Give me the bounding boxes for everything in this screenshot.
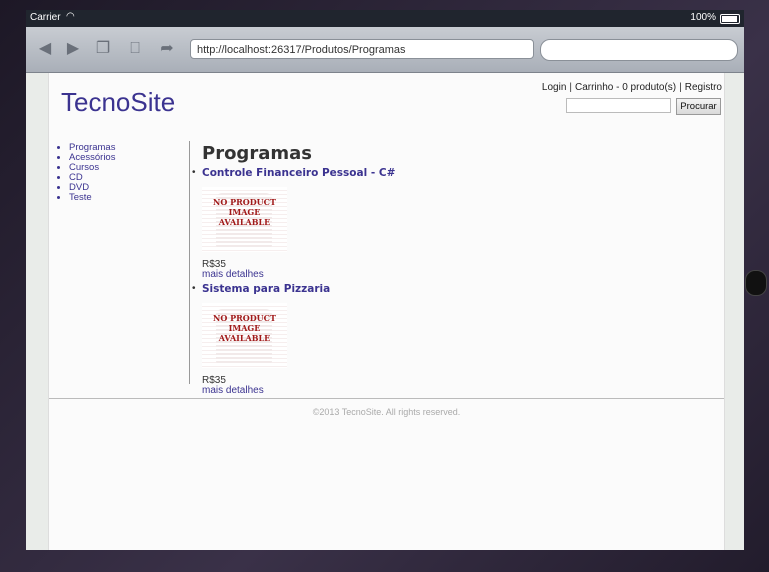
share-icon[interactable]: ➦: [156, 38, 178, 60]
carrier-label: Carrier: [30, 12, 61, 23]
address-bar[interactable]: http://localhost:26317/Produtos/Programa…: [190, 39, 534, 59]
screen: Carrier ◠ 100% ◀ ▶ ❐ ⎕ ➦ http://localhos…: [26, 10, 744, 550]
category-nav: Programas Acessórios Cursos CD DVD Teste: [59, 143, 115, 203]
main-content: Programas • Controle Financeiro Pessoal …: [192, 143, 712, 396]
cart-link[interactable]: Carrinho - 0 produto(s): [575, 82, 676, 93]
browser-search-field[interactable]: [540, 39, 738, 61]
no-image-text: NO PRODUCT IMAGE AVAILABLE: [213, 313, 276, 343]
footer-copyright: ©2013 TecnoSite. All rights reserved.: [312, 407, 461, 417]
product-title-link[interactable]: Controle Financeiro Pessoal - C#: [202, 167, 712, 179]
product-image-placeholder[interactable]: NO PRODUCT IMAGE AVAILABLE: [202, 303, 287, 368]
pages-icon[interactable]: ❐: [92, 38, 114, 60]
back-icon[interactable]: ◀: [34, 38, 56, 60]
nav-link[interactable]: Teste: [69, 192, 92, 203]
bookmarks-icon[interactable]: ⎕: [124, 38, 146, 60]
footer-divider: [49, 398, 724, 399]
no-image-text: NO PRODUCT IMAGE AVAILABLE: [213, 197, 276, 227]
site-search-input[interactable]: [566, 98, 671, 113]
web-page: TecnoSite Login | Carrinho - 0 produto(s) |…: [48, 73, 725, 550]
battery-percentage: 100%: [690, 12, 716, 23]
product-list: • Controle Financeiro Pessoal - C# NO PR…: [192, 167, 712, 396]
product-title-link[interactable]: Sistema para Pizzaria: [202, 283, 712, 295]
product-item: • Sistema para Pizzaria NO PRODUCT IMAGE…: [192, 283, 712, 396]
product-price: R$35: [202, 375, 226, 386]
ipad-device: Carrier ◠ 100% ◀ ▶ ❐ ⎕ ➦ http://localhos…: [0, 0, 769, 572]
details-link[interactable]: mais detalhes: [202, 386, 712, 396]
home-button[interactable]: [745, 270, 767, 296]
battery-icon: [720, 14, 740, 24]
link-separator: |: [569, 82, 572, 93]
status-bar: Carrier ◠ 100%: [26, 10, 744, 27]
bullet: •: [192, 283, 196, 294]
product-item: • Controle Financeiro Pessoal - C# NO PR…: [192, 167, 712, 280]
nav-item-teste: Teste: [69, 193, 115, 203]
forward-icon[interactable]: ▶: [62, 38, 84, 60]
login-link[interactable]: Login: [542, 82, 566, 93]
browser-toolbar: ◀ ▶ ❐ ⎕ ➦ http://localhost:26317/Produto…: [26, 27, 744, 73]
header-links: Login | Carrinho - 0 produto(s) | Registro: [542, 82, 722, 93]
search-button[interactable]: Procurar: [676, 98, 721, 115]
product-price: R$35: [202, 259, 226, 270]
vertical-divider: [189, 141, 190, 384]
link-separator: |: [679, 82, 682, 93]
page-title: Programas: [202, 143, 312, 164]
bullet: •: [192, 167, 196, 178]
details-link[interactable]: mais detalhes: [202, 270, 712, 280]
site-logo[interactable]: TecnoSite: [61, 87, 175, 118]
wifi-icon: ◠: [66, 11, 75, 22]
product-image-placeholder[interactable]: NO PRODUCT IMAGE AVAILABLE: [202, 187, 287, 252]
register-link[interactable]: Registro: [685, 82, 722, 93]
